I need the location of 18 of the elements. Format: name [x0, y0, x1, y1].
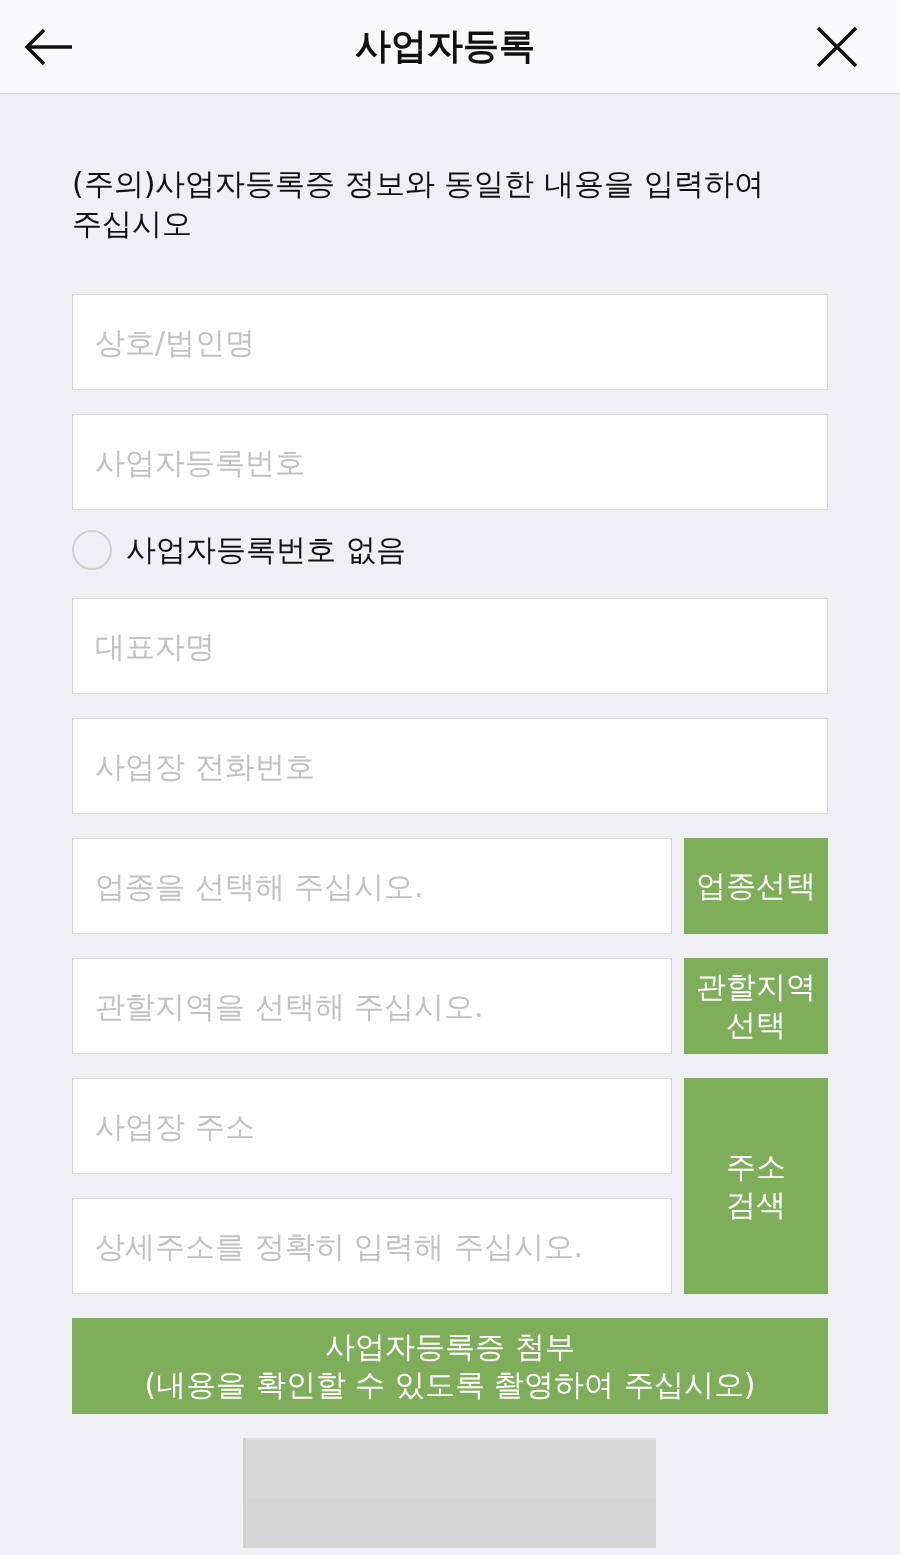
input-field[interactable]: 상호/법인명 [72, 294, 828, 390]
input-field[interactable]: 사업자등록번호 [72, 414, 828, 510]
input-field[interactable]: 상세주소를 정확히 입력해 주십시오. [72, 1198, 672, 1294]
input-field[interactable]: 대표자명 [72, 598, 828, 694]
attach-button[interactable]: 사업자등록증 첨부 (내용을 확인할 수 있도록 촬영하여 주십시오) [72, 1318, 828, 1414]
page-title: 사업자등록 [355, 24, 535, 68]
select-button[interactable]: 업종선택 [684, 838, 828, 934]
input-field[interactable]: 사업장 주소 [72, 1078, 672, 1174]
input-field[interactable]: 사업장 전화번호 [72, 718, 828, 814]
input-field[interactable]: 관할지역을 선택해 주십시오. [72, 958, 672, 1054]
radio-label: 사업자등록번호 없음 [126, 530, 406, 569]
select-button[interactable]: 관할지역 선택 [684, 958, 828, 1054]
radio-button[interactable] [72, 530, 112, 570]
close-icon[interactable] [816, 25, 858, 68]
notice-text: (주의)사업자등록증 정보와 동일한 내용을 입력하여 주십시오 [72, 165, 765, 243]
back-arrow-icon[interactable] [24, 26, 74, 67]
select-button[interactable]: 주소 검색 [684, 1078, 828, 1294]
input-field[interactable]: 업종을 선택해 주십시오. [72, 838, 672, 934]
